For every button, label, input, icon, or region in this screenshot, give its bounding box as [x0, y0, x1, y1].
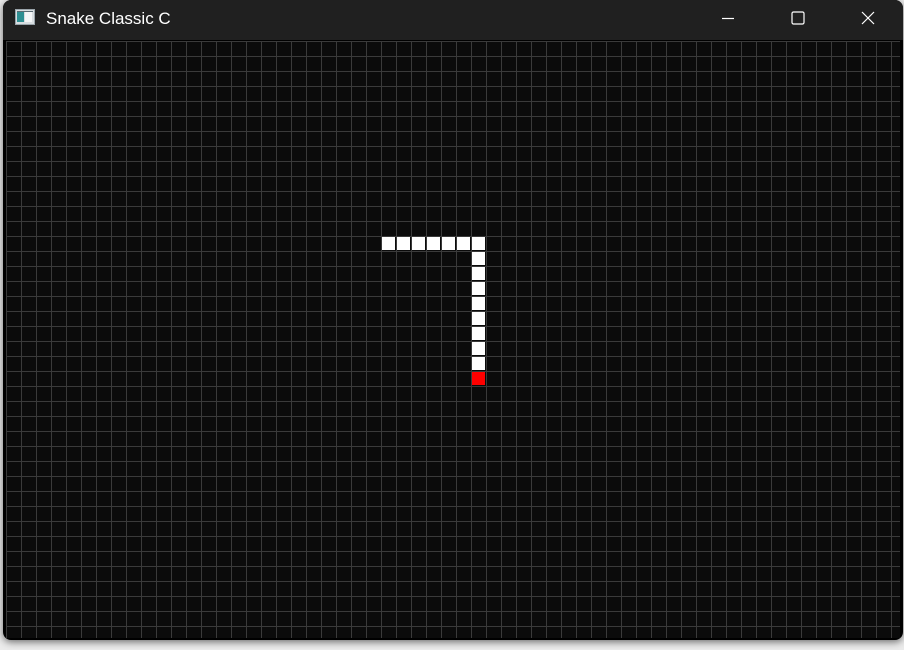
snake-body-segment: [472, 267, 485, 280]
snake-body-segment: [472, 282, 485, 295]
window-title: Snake Classic C: [46, 9, 171, 28]
snake-body-segment: [457, 237, 470, 250]
snake-body-segment: [472, 312, 485, 325]
snake-body-segment: [427, 237, 440, 250]
snake-body-segment: [472, 342, 485, 355]
snake-body-segment: [382, 237, 395, 250]
title-bar[interactable]: Snake Classic C: [3, 0, 903, 40]
close-button[interactable]: [833, 0, 903, 36]
app-window-icon: [15, 9, 35, 25]
maximize-button[interactable]: [763, 0, 833, 36]
game-board[interactable]: [6, 41, 900, 638]
snake-body-segment: [472, 357, 485, 370]
snake-body-segment: [412, 237, 425, 250]
snake-body-segment: [397, 237, 410, 250]
minimize-icon: [720, 10, 736, 26]
game-window: Snake Classic C: [3, 0, 903, 640]
close-icon: [860, 10, 876, 26]
snake-head: [472, 372, 485, 385]
snake-body-segment: [472, 297, 485, 310]
snake-body-segment: [472, 327, 485, 340]
snake-body-segment: [442, 237, 455, 250]
maximize-icon: [790, 10, 806, 26]
minimize-button[interactable]: [693, 0, 763, 36]
snake-body-segment: [472, 252, 485, 265]
snake-body-segment: [472, 237, 485, 250]
